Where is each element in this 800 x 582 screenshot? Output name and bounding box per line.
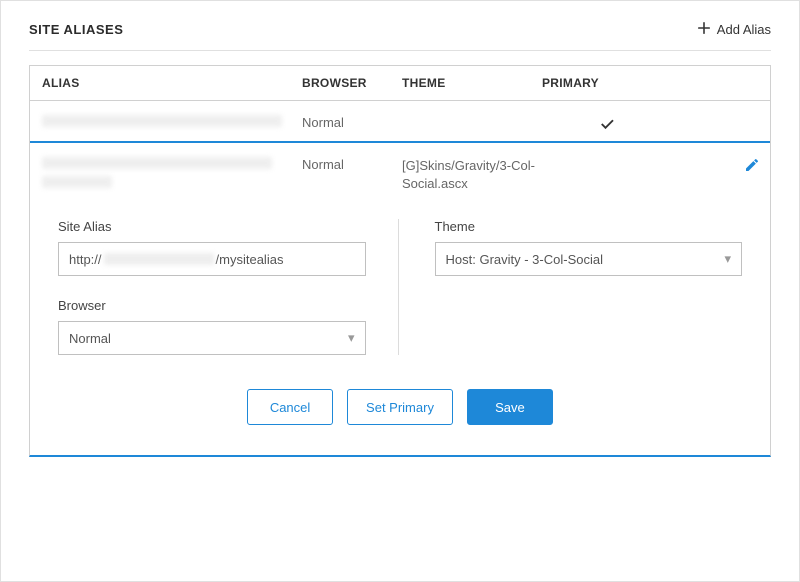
col-browser: BROWSER xyxy=(302,76,402,90)
table-row[interactable]: Normal xyxy=(30,101,770,143)
chevron-down-icon: ▾ xyxy=(348,330,355,346)
panel-header: SITE ALIASES Add Alias xyxy=(29,21,771,51)
alias-cell xyxy=(42,157,302,191)
alias-cell xyxy=(42,115,302,130)
set-primary-button[interactable]: Set Primary xyxy=(347,389,453,425)
add-alias-label: Add Alias xyxy=(717,22,771,37)
alias-host-placeholder xyxy=(104,253,214,265)
primary-check-icon xyxy=(542,115,672,133)
pencil-icon xyxy=(744,161,760,176)
theme-label: Theme xyxy=(435,219,743,234)
col-alias: ALIAS xyxy=(42,76,302,90)
theme-select[interactable]: Host: Gravity - 3-Col-Social ▾ xyxy=(435,242,743,276)
site-alias-label: Site Alias xyxy=(58,219,366,234)
browser-label: Browser xyxy=(58,298,366,313)
plus-icon xyxy=(697,21,711,38)
col-primary: PRIMARY xyxy=(542,76,672,90)
edit-row-button[interactable] xyxy=(744,157,760,176)
theme-value: Host: Gravity - 3-Col-Social xyxy=(446,252,603,267)
save-button[interactable]: Save xyxy=(467,389,553,425)
site-alias-input[interactable]: http:// /mysitealias xyxy=(58,242,366,276)
form-buttons: Cancel Set Primary Save xyxy=(30,363,770,455)
add-alias-button[interactable]: Add Alias xyxy=(697,21,771,38)
site-aliases-panel: SITE ALIASES Add Alias ALIAS BROWSER THE… xyxy=(0,0,800,582)
table-header: ALIAS BROWSER THEME PRIMARY xyxy=(30,66,770,101)
alias-suffix: /mysitealias xyxy=(216,252,284,267)
col-theme: THEME xyxy=(402,76,542,90)
aliases-table: ALIAS BROWSER THEME PRIMARY Normal Norma… xyxy=(29,65,771,457)
section-title: SITE ALIASES xyxy=(29,22,123,37)
cancel-button[interactable]: Cancel xyxy=(247,389,333,425)
theme-cell: [G]Skins/Gravity/3-Col-Social.ascx xyxy=(402,157,542,193)
browser-select[interactable]: Normal ▾ xyxy=(58,321,366,355)
browser-cell: Normal xyxy=(302,157,402,172)
edit-form: Site Alias http:// /mysitealias Browser … xyxy=(30,201,770,363)
browser-cell: Normal xyxy=(302,115,402,130)
browser-value: Normal xyxy=(69,331,111,346)
alias-prefix: http:// xyxy=(69,252,102,267)
table-row[interactable]: Normal [G]Skins/Gravity/3-Col-Social.asc… xyxy=(30,143,770,201)
chevron-down-icon: ▾ xyxy=(724,251,731,267)
